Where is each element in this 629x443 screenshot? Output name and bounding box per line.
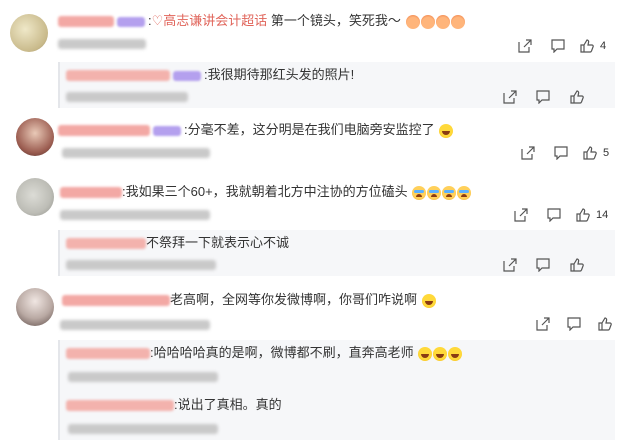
like-count: 14 [596,209,609,221]
comment-body: :♡高志谦讲会计超话 第一个镜头，笑死我～ [58,13,465,29]
like-icon[interactable] [598,317,612,331]
topic-link[interactable]: ♡高志谦讲会计超话 [152,13,268,28]
vip-badge [173,70,201,81]
share-icon[interactable] [536,317,550,331]
reply-username[interactable] [66,400,174,412]
topic-label: 高志谦讲会计超话 [163,13,268,28]
avatar[interactable] [16,178,54,216]
like-count: 4 [600,40,607,52]
timestamp [62,148,210,158]
like-icon[interactable] [570,258,584,272]
username[interactable] [58,125,150,137]
reply-panel: :哈哈哈哈真的是啊，微博都不刷，直奔高老师 :说出了真相。真的 [58,340,615,440]
comment-body: 老高啊，全网等你发微博啊，你哥们咋说啊 [62,292,436,308]
reply: :说出了真相。真的 [66,397,282,413]
share-icon[interactable] [503,258,517,272]
vip-badge [153,125,181,136]
cry-icon [457,185,472,200]
comment-icon[interactable] [554,146,568,160]
reply-timestamp [66,260,216,270]
reply-timestamp [68,372,218,382]
cry-icon [427,185,442,200]
reply-username[interactable] [66,348,150,360]
like-count: 5 [603,147,610,159]
like-icon[interactable] [580,39,594,53]
reply-username[interactable] [66,70,170,82]
comment-body: :我如果三个60+，我就朝着北方中注协的方位磕头 [60,184,472,200]
reply-text: :说出了真相。真的 [174,397,282,412]
laugh-icon [433,346,448,361]
reply-timestamp [68,424,218,434]
fire-icon [435,14,450,29]
username[interactable] [58,16,114,28]
cry-icon [442,185,457,200]
fire-icon [405,14,420,29]
reply: 不祭拜一下就表示心不诚 [66,235,289,251]
like-icon[interactable] [583,146,597,160]
share-icon[interactable] [518,39,532,53]
laugh-icon [418,346,433,361]
like-icon[interactable] [570,90,584,104]
comment-text: :我如果三个60+，我就朝着北方中注协的方位磕头 [122,184,408,199]
vip-badge [117,16,145,27]
share-icon[interactable] [503,90,517,104]
laugh-icon [439,123,454,138]
avatar[interactable] [16,288,54,326]
reply-text: :我很期待那红头发的照片! [204,67,355,82]
comment-icon[interactable] [536,90,550,104]
share-icon[interactable] [521,146,535,160]
avatar[interactable] [16,118,54,156]
reply-panel: :我很期待那红头发的照片! [58,62,615,108]
comment-icon[interactable] [547,208,561,222]
laugh-icon [421,293,436,308]
avatar[interactable] [10,14,48,52]
reply: :哈哈哈哈真的是啊，微博都不刷，直奔高老师 [66,345,463,361]
comment-text: :分毫不差，这分明是在我们电脑旁安监控了 [184,122,435,137]
comment-icon[interactable] [551,39,565,53]
like-icon[interactable] [576,208,590,222]
reply-text: 不祭拜一下就表示心不诚 [146,235,290,250]
username[interactable] [62,295,170,307]
fire-icon [420,14,435,29]
share-icon[interactable] [514,208,528,222]
comment-icon[interactable] [536,258,550,272]
reply-text: :哈哈哈哈真的是啊，微博都不刷，直奔高老师 [150,345,414,360]
fire-icon [450,14,465,29]
reply: :我很期待那红头发的照片! [66,67,354,83]
laugh-icon [448,346,463,361]
reply-panel: 不祭拜一下就表示心不诚 [58,230,615,276]
username[interactable] [60,187,122,199]
comment-body: :分毫不差，这分明是在我们电脑旁安监控了 [58,122,454,138]
reply-username[interactable] [66,238,146,250]
cry-icon [412,185,427,200]
timestamp [58,39,146,49]
timestamp [60,320,210,330]
reply-timestamp [66,92,188,102]
timestamp [60,210,210,220]
comment-icon[interactable] [567,317,581,331]
comment-text: 第一个镜头，笑死我～ [267,13,401,28]
comment-text: 老高啊，全网等你发微博啊，你哥们咋说啊 [170,292,418,307]
